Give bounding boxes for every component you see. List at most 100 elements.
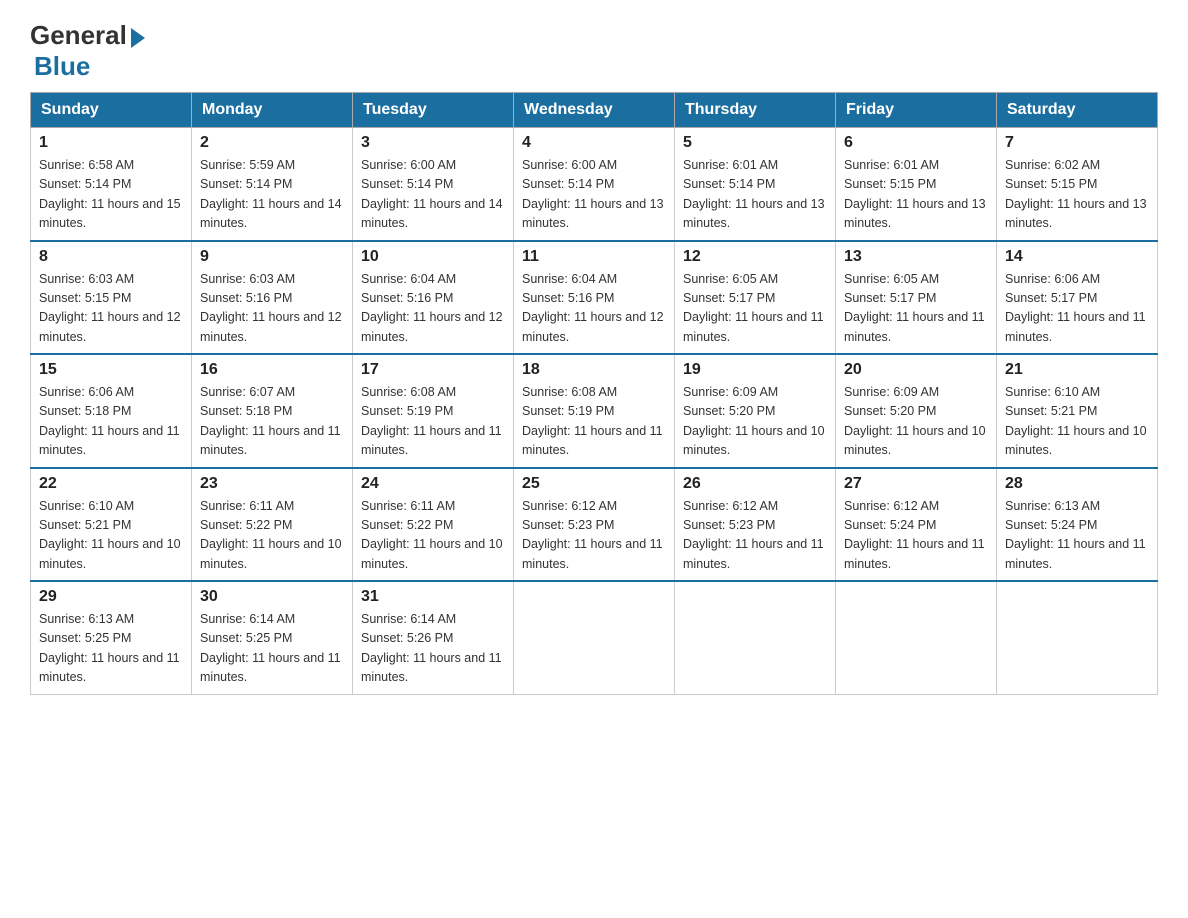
day-info: Sunrise: 6:06 AMSunset: 5:17 PMDaylight:…: [1005, 272, 1146, 344]
day-info: Sunrise: 6:14 AMSunset: 5:25 PMDaylight:…: [200, 612, 341, 684]
header-sunday: Sunday: [31, 93, 192, 128]
header-thursday: Thursday: [675, 93, 836, 128]
day-number: 11: [522, 248, 666, 266]
day-info: Sunrise: 6:06 AMSunset: 5:18 PMDaylight:…: [39, 385, 180, 457]
header-monday: Monday: [192, 93, 353, 128]
day-info: Sunrise: 6:13 AMSunset: 5:25 PMDaylight:…: [39, 612, 180, 684]
day-number: 31: [361, 588, 505, 606]
header-tuesday: Tuesday: [353, 93, 514, 128]
day-number: 17: [361, 361, 505, 379]
day-number: 27: [844, 475, 988, 493]
day-number: 30: [200, 588, 344, 606]
day-number: 23: [200, 475, 344, 493]
calendar-cell: [836, 581, 997, 694]
day-info: Sunrise: 6:01 AMSunset: 5:14 PMDaylight:…: [683, 158, 825, 230]
calendar-cell: 25 Sunrise: 6:12 AMSunset: 5:23 PMDayligh…: [514, 468, 675, 582]
calendar-cell: 11 Sunrise: 6:04 AMSunset: 5:16 PMDayligh…: [514, 241, 675, 355]
day-number: 20: [844, 361, 988, 379]
calendar-header: SundayMondayTuesdayWednesdayThursdayFrid…: [31, 93, 1158, 128]
day-info: Sunrise: 6:00 AMSunset: 5:14 PMDaylight:…: [522, 158, 664, 230]
day-info: Sunrise: 6:58 AMSunset: 5:14 PMDaylight:…: [39, 158, 181, 230]
day-info: Sunrise: 6:08 AMSunset: 5:19 PMDaylight:…: [522, 385, 663, 457]
calendar-body: 1 Sunrise: 6:58 AMSunset: 5:14 PMDaylight…: [31, 128, 1158, 695]
day-info: Sunrise: 6:14 AMSunset: 5:26 PMDaylight:…: [361, 612, 502, 684]
header-saturday: Saturday: [997, 93, 1158, 128]
calendar-cell: 29 Sunrise: 6:13 AMSunset: 5:25 PMDayligh…: [31, 581, 192, 694]
day-number: 16: [200, 361, 344, 379]
day-info: Sunrise: 6:10 AMSunset: 5:21 PMDaylight:…: [1005, 385, 1147, 457]
calendar-cell: 15 Sunrise: 6:06 AMSunset: 5:18 PMDayligh…: [31, 354, 192, 468]
day-info: Sunrise: 6:00 AMSunset: 5:14 PMDaylight:…: [361, 158, 503, 230]
day-info: Sunrise: 6:02 AMSunset: 5:15 PMDaylight:…: [1005, 158, 1147, 230]
day-info: Sunrise: 6:08 AMSunset: 5:19 PMDaylight:…: [361, 385, 502, 457]
calendar-cell: 2 Sunrise: 5:59 AMSunset: 5:14 PMDaylight…: [192, 128, 353, 241]
day-info: Sunrise: 6:09 AMSunset: 5:20 PMDaylight:…: [844, 385, 986, 457]
calendar-cell: 1 Sunrise: 6:58 AMSunset: 5:14 PMDaylight…: [31, 128, 192, 241]
day-info: Sunrise: 6:04 AMSunset: 5:16 PMDaylight:…: [361, 272, 503, 344]
day-number: 19: [683, 361, 827, 379]
header-row: SundayMondayTuesdayWednesdayThursdayFrid…: [31, 93, 1158, 128]
day-info: Sunrise: 6:12 AMSunset: 5:23 PMDaylight:…: [683, 499, 824, 571]
day-info: Sunrise: 6:03 AMSunset: 5:16 PMDaylight:…: [200, 272, 342, 344]
calendar-cell: 28 Sunrise: 6:13 AMSunset: 5:24 PMDayligh…: [997, 468, 1158, 582]
day-number: 6: [844, 134, 988, 152]
calendar-cell: 7 Sunrise: 6:02 AMSunset: 5:15 PMDaylight…: [997, 128, 1158, 241]
calendar-cell: 9Sunrise: 6:03 AMSunset: 5:16 PMDaylight…: [192, 241, 353, 355]
week-row-3: 15 Sunrise: 6:06 AMSunset: 5:18 PMDayligh…: [31, 354, 1158, 468]
calendar-cell: 17 Sunrise: 6:08 AMSunset: 5:19 PMDayligh…: [353, 354, 514, 468]
calendar-table: SundayMondayTuesdayWednesdayThursdayFrid…: [30, 92, 1158, 695]
calendar-cell: 21Sunrise: 6:10 AMSunset: 5:21 PMDayligh…: [997, 354, 1158, 468]
day-number: 1: [39, 134, 183, 152]
day-number: 18: [522, 361, 666, 379]
calendar-cell: 12 Sunrise: 6:05 AMSunset: 5:17 PMDayligh…: [675, 241, 836, 355]
calendar-cell: 14Sunrise: 6:06 AMSunset: 5:17 PMDayligh…: [997, 241, 1158, 355]
day-number: 8: [39, 248, 183, 266]
calendar-cell: 16Sunrise: 6:07 AMSunset: 5:18 PMDayligh…: [192, 354, 353, 468]
day-number: 7: [1005, 134, 1149, 152]
day-info: Sunrise: 6:05 AMSunset: 5:17 PMDaylight:…: [683, 272, 824, 344]
day-number: 28: [1005, 475, 1149, 493]
day-number: 29: [39, 588, 183, 606]
calendar-cell: 6 Sunrise: 6:01 AMSunset: 5:15 PMDaylight…: [836, 128, 997, 241]
day-number: 12: [683, 248, 827, 266]
day-number: 22: [39, 475, 183, 493]
day-info: Sunrise: 6:01 AMSunset: 5:15 PMDaylight:…: [844, 158, 986, 230]
calendar-cell: [675, 581, 836, 694]
day-info: Sunrise: 6:12 AMSunset: 5:23 PMDaylight:…: [522, 499, 663, 571]
calendar-cell: 4Sunrise: 6:00 AMSunset: 5:14 PMDaylight…: [514, 128, 675, 241]
week-row-4: 22Sunrise: 6:10 AMSunset: 5:21 PMDayligh…: [31, 468, 1158, 582]
calendar-cell: 22Sunrise: 6:10 AMSunset: 5:21 PMDayligh…: [31, 468, 192, 582]
day-number: 26: [683, 475, 827, 493]
calendar-cell: 8 Sunrise: 6:03 AMSunset: 5:15 PMDaylight…: [31, 241, 192, 355]
day-number: 5: [683, 134, 827, 152]
logo: General Blue: [30, 20, 145, 82]
day-number: 13: [844, 248, 988, 266]
week-row-5: 29 Sunrise: 6:13 AMSunset: 5:25 PMDayligh…: [31, 581, 1158, 694]
day-info: Sunrise: 6:03 AMSunset: 5:15 PMDaylight:…: [39, 272, 181, 344]
calendar-cell: [514, 581, 675, 694]
page-header: General Blue: [30, 20, 1158, 82]
header-wednesday: Wednesday: [514, 93, 675, 128]
calendar-cell: 24 Sunrise: 6:11 AMSunset: 5:22 PMDayligh…: [353, 468, 514, 582]
day-number: 10: [361, 248, 505, 266]
calendar-cell: 5 Sunrise: 6:01 AMSunset: 5:14 PMDaylight…: [675, 128, 836, 241]
day-number: 24: [361, 475, 505, 493]
day-info: Sunrise: 5:59 AMSunset: 5:14 PMDaylight:…: [200, 158, 342, 230]
day-info: Sunrise: 6:04 AMSunset: 5:16 PMDaylight:…: [522, 272, 664, 344]
logo-arrow-icon: [131, 28, 145, 48]
day-number: 3: [361, 134, 505, 152]
week-row-2: 8 Sunrise: 6:03 AMSunset: 5:15 PMDaylight…: [31, 241, 1158, 355]
day-info: Sunrise: 6:11 AMSunset: 5:22 PMDaylight:…: [361, 499, 503, 571]
day-number: 25: [522, 475, 666, 493]
day-info: Sunrise: 6:09 AMSunset: 5:20 PMDaylight:…: [683, 385, 825, 457]
calendar-cell: 30 Sunrise: 6:14 AMSunset: 5:25 PMDayligh…: [192, 581, 353, 694]
week-row-1: 1 Sunrise: 6:58 AMSunset: 5:14 PMDaylight…: [31, 128, 1158, 241]
day-info: Sunrise: 6:13 AMSunset: 5:24 PMDaylight:…: [1005, 499, 1146, 571]
calendar-cell: 18 Sunrise: 6:08 AMSunset: 5:19 PMDayligh…: [514, 354, 675, 468]
day-number: 15: [39, 361, 183, 379]
day-number: 2: [200, 134, 344, 152]
day-info: Sunrise: 6:05 AMSunset: 5:17 PMDaylight:…: [844, 272, 985, 344]
calendar-cell: 26 Sunrise: 6:12 AMSunset: 5:23 PMDayligh…: [675, 468, 836, 582]
header-friday: Friday: [836, 93, 997, 128]
day-info: Sunrise: 6:11 AMSunset: 5:22 PMDaylight:…: [200, 499, 342, 571]
